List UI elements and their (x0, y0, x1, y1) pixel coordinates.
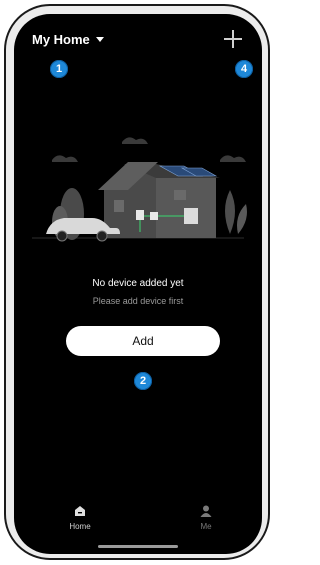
callout-badge-2: 2 (134, 372, 152, 390)
callout-badge-4: 4 (235, 60, 253, 78)
tab-home-label: Home (69, 522, 91, 531)
home-name: My Home (32, 32, 90, 47)
empty-state-subtitle: Please add device first (92, 296, 184, 306)
cloud-shape (220, 155, 246, 162)
tab-me[interactable]: Me (176, 504, 236, 531)
house-solar-illustration (32, 137, 247, 242)
meter-device (150, 212, 158, 220)
inverter-device (136, 210, 144, 220)
top-bar: My Home (14, 14, 262, 70)
cloud-shape (122, 137, 148, 144)
cloud-shape (52, 155, 78, 162)
user-icon (200, 505, 212, 517)
battery-device (184, 208, 198, 224)
home-icon (75, 506, 85, 516)
home-selector[interactable]: My Home (32, 32, 104, 47)
app-screen: My Home 1 4 2 No device added yet Please… (14, 14, 262, 554)
empty-state-title: No device added yet (92, 278, 184, 289)
plant-shape (225, 190, 235, 234)
tab-home[interactable]: Home (50, 504, 110, 531)
callout-badge-1: 1 (50, 60, 68, 78)
tab-me-label: Me (200, 522, 212, 531)
chevron-down-icon (95, 37, 104, 42)
add-device-button[interactable]: Add (66, 326, 220, 356)
plant-shape (237, 204, 247, 234)
plus-icon[interactable] (224, 30, 242, 48)
bottom-tab-bar: Home Me (14, 494, 262, 554)
home-indicator[interactable] (98, 545, 178, 548)
